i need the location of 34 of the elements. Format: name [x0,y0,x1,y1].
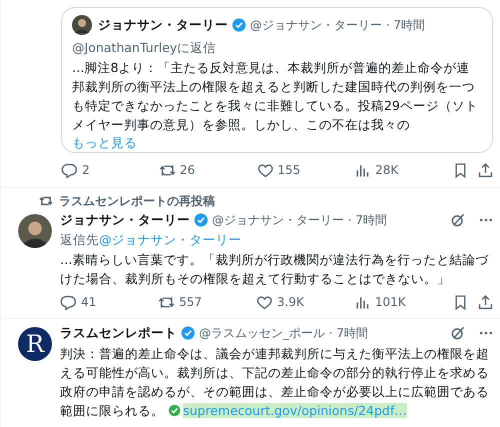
count-label: 28K [375,163,398,177]
avatar-icon[interactable] [18,214,52,248]
handle-and-time: @ラスムッセン_ポール · 7時間 [199,324,368,342]
post-text: 判決：普遍的差止命令は、議会が連邦裁判所に与えた衡平法上の権限を超える可能性が高い。裁判所は、下記の差止命令の部分的執行停止を求める政府の申請を認めるが、その範囲は、差止命令が必要以上に広範囲である範囲に限られる。 supremecourt.gov/opinions/24pdf… [60,345,490,420]
post-text: …脚注8より：「主たる反対意見は、本裁判所が普遍的差止命令が連邦裁判所の衡平法上の権限を超えると判断した建国時代の判例を一つも特定できなかったことを我々に非難している。投稿29ページ（ソトメイヤー判事の意見）を参照。しかし、この不在は我々の [72,59,479,134]
check-mark-icon [168,404,181,417]
handle-and-time: @ジョナサン・ターリー · 7時間 [212,212,388,228]
count-label: 41 [81,295,96,309]
author-name: ジョナサン・ターリー [98,16,228,34]
count-label: 26 [180,163,196,177]
heart-icon[interactable] [256,294,273,310]
slashed-circle-icon[interactable] [450,212,466,228]
reply-icon[interactable] [61,162,78,178]
slashed-circle-icon[interactable] [450,325,466,341]
count-label: 155 [278,163,300,177]
heart-icon[interactable] [256,162,274,178]
share-icon[interactable] [477,162,494,178]
reply-icon[interactable] [60,294,77,310]
count-label: 101K [375,295,406,309]
post-text: …素晴らしい言葉です。「裁判所が行政機関が違法行為を行ったと結論づけた場合、裁判所もその権限を超えて行動することはできない。」 [60,251,490,288]
avatar-logo[interactable]: R [18,327,52,361]
share-icon[interactable] [477,294,494,310]
quoted-post-card[interactable]: ジョナサン・ターリー @ジョナサン・ターリー · 7時間 @JonathanTurleyに返信 …脚注8より：「主たる反対意見は、本裁判所が普遍的差止命令が連邦裁判所の衡平法上の権限を超えると判断した建国時代の判例を一つも特定できなかったことを我々に非難している。投稿29ページ（ソトメイヤー判事の意見）を参照。しかし、この不在は我々の もっと見る [61,7,493,153]
count-label: 3.9K [277,295,304,309]
author-name[interactable]: ジョナサン・ターリー [60,212,190,228]
reply-to-label: 返信先 [60,232,99,247]
count-label: 2 [82,163,90,177]
handle-and-time: @ジョナサン・ターリー · 7時間 [250,16,426,34]
repost-label[interactable]: ラスムセンレポートの再投稿 [59,192,215,210]
avatar-icon [72,15,92,35]
reply-to-label: @JonathanTurleyに返信 [72,39,218,57]
author-name[interactable]: ラスムセンレポート [60,324,177,342]
count-label: 557 [179,295,202,309]
repost-icon [39,194,53,208]
